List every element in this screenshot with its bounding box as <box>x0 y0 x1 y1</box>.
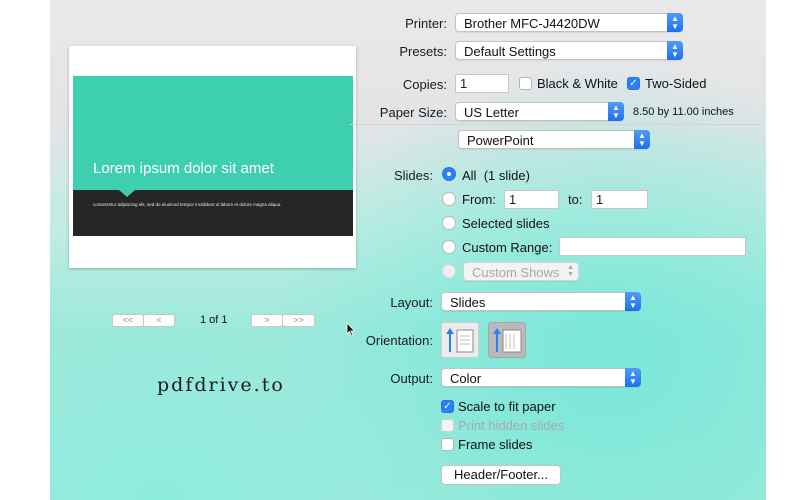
page-indicator: 1 of 1 <box>200 314 228 326</box>
slide-pointer <box>119 190 135 197</box>
presets-select[interactable]: Default Settings ▲ ▼ <box>455 41 683 60</box>
printer-select[interactable]: Brother MFC-J4420DW ▲ ▼ <box>455 13 683 32</box>
chevron-updown-icon: ▲ ▼ <box>608 102 624 121</box>
output-label: Output: <box>390 371 433 386</box>
black-white-checkbox[interactable] <box>519 77 532 90</box>
copies-label: Copies: <box>402 77 447 92</box>
slide-body-band: consectetur adipiscing elit, sed do eius… <box>73 190 353 236</box>
print-hidden-label: Print hidden slides <box>458 418 565 433</box>
scale-to-fit-label: Scale to fit paper <box>458 399 556 414</box>
orientation-label: Orientation: <box>365 333 433 348</box>
black-white-label: Black & White <box>537 76 618 91</box>
paper-dimensions: 8.50 by 11.00 inches <box>633 106 734 118</box>
portrait-icon <box>446 328 474 353</box>
selected-slides-label: Selected slides <box>462 216 550 231</box>
custom-shows-radio <box>442 264 456 278</box>
slides-all-label: All (1 slide) <box>462 168 530 183</box>
slides-to-label: to: <box>568 192 583 207</box>
printer-label: Printer: <box>405 16 447 31</box>
slides-all-radio[interactable] <box>442 167 456 181</box>
chevron-updown-icon: ▲ ▼ <box>667 13 683 32</box>
layout-value: Slides <box>450 295 486 310</box>
app-section-value: PowerPoint <box>467 133 534 148</box>
custom-range-input[interactable] <box>559 237 746 256</box>
presets-label: Presets: <box>399 44 447 59</box>
app-section-select[interactable]: PowerPoint ▲ ▼ <box>458 130 650 149</box>
landscape-orientation-button[interactable] <box>488 322 526 358</box>
two-sided-checkbox[interactable]: ✓ <box>627 77 640 90</box>
first-page-button[interactable]: << <box>112 314 144 327</box>
last-page-button[interactable]: >> <box>282 314 315 327</box>
frame-slides-checkbox[interactable] <box>441 438 454 451</box>
print-hidden-checkbox <box>441 419 454 432</box>
paper-size-label: Paper Size: <box>379 105 447 120</box>
chevron-updown-icon: ▲ ▼ <box>625 368 641 387</box>
slides-from-radio[interactable] <box>442 192 456 206</box>
slides-to-input[interactable]: 1 <box>591 190 648 209</box>
scale-to-fit-checkbox[interactable]: ✓ <box>441 400 454 413</box>
slide-title: Lorem ipsum dolor sit amet <box>93 160 274 177</box>
slide-body-text: consectetur adipiscing elit, sed do eius… <box>93 202 282 207</box>
header-footer-button[interactable]: Header/Footer... <box>441 465 561 485</box>
paper-size-value: US Letter <box>464 105 519 120</box>
landscape-icon <box>493 328 522 353</box>
layout-select[interactable]: Slides ▲ ▼ <box>441 292 641 311</box>
slides-from-input[interactable]: 1 <box>504 190 559 209</box>
selected-slides-radio[interactable] <box>442 216 456 230</box>
presets-value: Default Settings <box>464 44 556 59</box>
print-dialog: Lorem ipsum dolor sit amet consectetur a… <box>50 0 766 500</box>
custom-range-radio[interactable] <box>442 240 456 254</box>
slides-label: Slides: <box>393 168 433 183</box>
output-value: Color <box>450 371 482 386</box>
custom-shows-select: Custom Shows ▲ ▼ <box>463 262 579 281</box>
next-page-button[interactable]: > <box>251 314 283 327</box>
custom-shows-value: Custom Shows <box>472 265 560 280</box>
paper-size-select[interactable]: US Letter ▲ ▼ <box>455 102 624 121</box>
divider <box>350 124 760 125</box>
custom-range-label: Custom Range: <box>462 240 553 255</box>
printer-value: Brother MFC-J4420DW <box>464 16 600 31</box>
watermark: pdfdrive.to <box>157 374 285 396</box>
chevron-updown-icon: ▲ ▼ <box>625 292 641 311</box>
chevron-updown-icon: ▲ ▼ <box>667 41 683 60</box>
chevron-updown-icon: ▲ ▼ <box>634 130 650 149</box>
two-sided-label: Two-Sided <box>645 76 707 91</box>
output-select[interactable]: Color ▲ ▼ <box>441 368 641 387</box>
chevron-updown-icon: ▲ ▼ <box>567 264 574 278</box>
layout-label: Layout: <box>390 295 433 310</box>
frame-slides-label: Frame slides <box>458 437 533 452</box>
copies-input[interactable]: 1 <box>455 74 509 93</box>
slides-from-label: From: <box>462 192 496 207</box>
portrait-orientation-button[interactable] <box>441 322 479 358</box>
previous-page-button[interactable]: < <box>143 314 175 327</box>
